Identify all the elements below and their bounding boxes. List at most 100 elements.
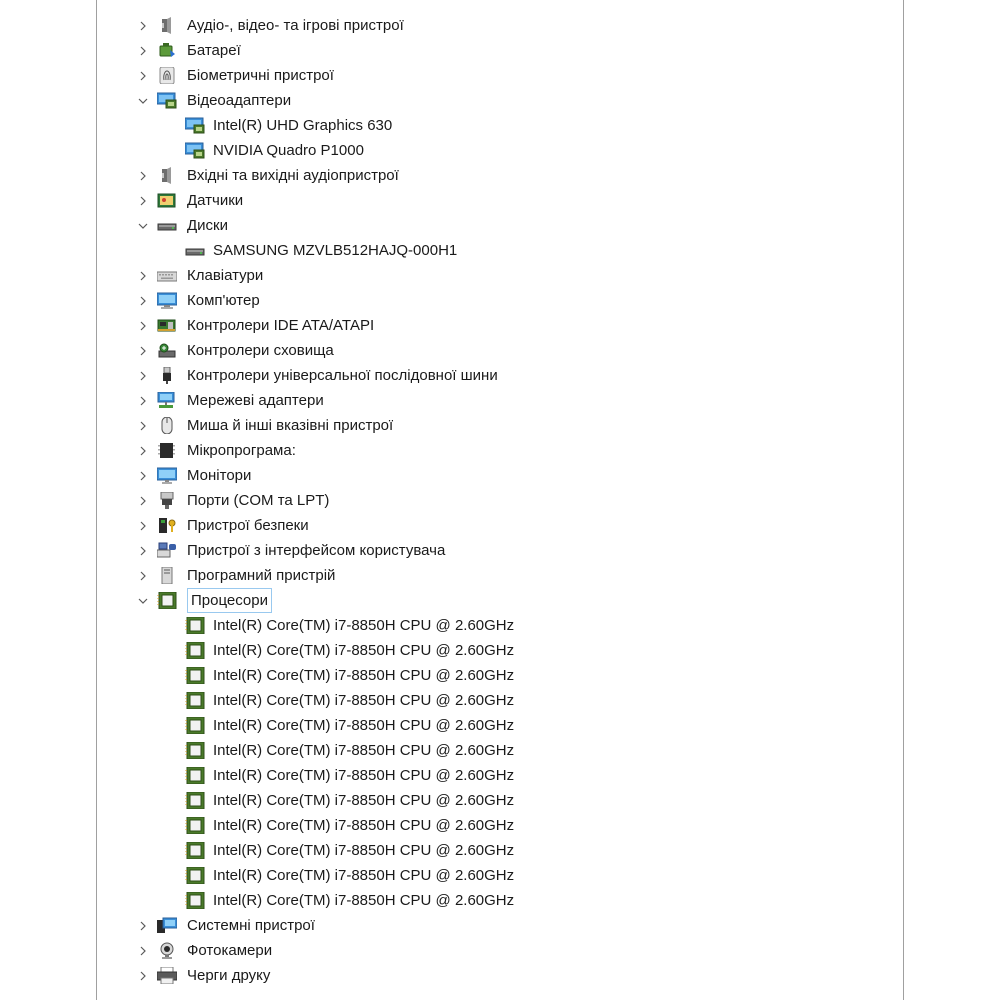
tree-item-label: Відеоадаптери	[187, 92, 292, 109]
tree-device[interactable]: NVIDIA Quadro P1000	[97, 138, 903, 163]
tree-device[interactable]: Intel(R) Core(TM) i7-8850H CPU @ 2.60GHz	[97, 888, 903, 913]
tree-item-label: Intel(R) Core(TM) i7-8850H CPU @ 2.60GHz	[213, 817, 515, 834]
chevron-right-icon[interactable]	[135, 438, 151, 463]
fingerprint-icon	[157, 66, 177, 85]
chevron-right-icon[interactable]	[135, 488, 151, 513]
chevron-right-icon[interactable]	[135, 313, 151, 338]
tree-category[interactable]: Системні пристрої	[97, 913, 903, 938]
chevron-right-icon[interactable]	[135, 363, 151, 388]
tree-category[interactable]: Фотокамери	[97, 938, 903, 963]
processor-icon	[185, 741, 205, 760]
keyboard-icon	[156, 267, 178, 284]
tree-category[interactable]: Комп'ютер	[97, 288, 903, 313]
chevron-right-icon[interactable]	[135, 413, 151, 438]
tree-category[interactable]: Контролери IDE ATA/ATAPI	[97, 313, 903, 338]
tree-item-label: Пристрої безпеки	[187, 517, 309, 534]
tree-category[interactable]: Батареї	[97, 38, 903, 63]
tree-device[interactable]: Intel(R) Core(TM) i7-8850H CPU @ 2.60GHz	[97, 613, 903, 638]
tree-item-label: Фотокамери	[187, 942, 273, 959]
processor-icon	[185, 716, 205, 735]
tree-device[interactable]: Intel(R) Core(TM) i7-8850H CPU @ 2.60GHz	[97, 788, 903, 813]
tree-category[interactable]: Миша й інші вказівні пристрої	[97, 413, 903, 438]
tree-device[interactable]: Intel(R) Core(TM) i7-8850H CPU @ 2.60GHz	[97, 663, 903, 688]
tree-item-label: Аудіо-, відео- та ігрові пристрої	[187, 17, 404, 34]
chevron-down-icon[interactable]	[135, 588, 151, 613]
chevron-right-icon[interactable]	[135, 563, 151, 588]
tree-category[interactable]: Контролери універсальної послідовної шин…	[97, 363, 903, 388]
disk-drive-icon	[157, 217, 177, 234]
tree-device[interactable]: Intel(R) Core(TM) i7-8850H CPU @ 2.60GHz	[97, 838, 903, 863]
tree-category[interactable]: Процесори	[97, 588, 903, 613]
tree-device[interactable]: Intel(R) UHD Graphics 630	[97, 113, 903, 138]
sensor-icon	[157, 192, 177, 209]
tree-item-label: Мікропрограма:	[187, 442, 296, 459]
chevron-right-icon[interactable]	[135, 938, 151, 963]
processor-icon	[185, 891, 205, 910]
chevron-down-icon[interactable]	[135, 213, 151, 238]
chevron-right-icon[interactable]	[135, 388, 151, 413]
device-tree[interactable]: Аудіо-, відео- та ігрові пристрої Батареї…	[97, 13, 903, 988]
chevron-right-icon[interactable]	[135, 963, 151, 988]
chevron-right-icon[interactable]	[135, 338, 151, 363]
chevron-down-icon[interactable]	[135, 88, 151, 113]
tree-device[interactable]: Intel(R) Core(TM) i7-8850H CPU @ 2.60GHz	[97, 738, 903, 763]
tree-device[interactable]: Intel(R) Core(TM) i7-8850H CPU @ 2.60GHz	[97, 688, 903, 713]
tree-category[interactable]: Клавіатури	[97, 263, 903, 288]
chevron-right-icon[interactable]	[135, 188, 151, 213]
chevron-right-icon[interactable]	[135, 538, 151, 563]
disk-drive-icon	[185, 242, 205, 259]
tree-item-label: Intel(R) Core(TM) i7-8850H CPU @ 2.60GHz	[213, 667, 515, 684]
processor-icon	[185, 841, 205, 860]
chevron-right-icon[interactable]	[135, 913, 151, 938]
tree-category[interactable]: Програмний пристрій	[97, 563, 903, 588]
tree-category[interactable]: Контролери сховища	[97, 338, 903, 363]
security-device-icon	[157, 517, 177, 534]
tree-category[interactable]: Монітори	[97, 463, 903, 488]
tree-category[interactable]: Пристрої з інтерфейсом користувача	[97, 538, 903, 563]
tree-item-label: Батареї	[187, 42, 241, 59]
tree-category[interactable]: Пристрої безпеки	[97, 513, 903, 538]
chevron-right-icon[interactable]	[135, 288, 151, 313]
tree-item-label: Миша й інші вказівні пристрої	[187, 417, 394, 434]
chevron-right-icon[interactable]	[135, 513, 151, 538]
display-adapter-icon	[184, 117, 205, 134]
chevron-right-icon[interactable]	[135, 263, 151, 288]
tree-item-label: Контролери сховища	[187, 342, 334, 359]
tree-item-label: NVIDIA Quadro P1000	[213, 142, 364, 159]
tree-device[interactable]: SAMSUNG MZVLB512HAJQ-000H1	[97, 238, 903, 263]
chevron-right-icon[interactable]	[135, 13, 151, 38]
tree-device[interactable]: Intel(R) Core(TM) i7-8850H CPU @ 2.60GHz	[97, 713, 903, 738]
tree-category[interactable]: Черги друку	[97, 963, 903, 988]
tree-category[interactable]: Датчики	[97, 188, 903, 213]
tree-device[interactable]: Intel(R) Core(TM) i7-8850H CPU @ 2.60GHz	[97, 638, 903, 663]
tree-category[interactable]: Порти (COM та LPT)	[97, 488, 903, 513]
tree-item-label: Клавіатури	[187, 267, 264, 284]
tree-device[interactable]: Intel(R) Core(TM) i7-8850H CPU @ 2.60GHz	[97, 863, 903, 888]
tree-category[interactable]: Біометричні пристрої	[97, 63, 903, 88]
tree-category[interactable]: Мікропрограма:	[97, 438, 903, 463]
tree-device[interactable]: Intel(R) Core(TM) i7-8850H CPU @ 2.60GHz	[97, 763, 903, 788]
system-device-icon	[157, 917, 178, 934]
tree-category[interactable]: Диски	[97, 213, 903, 238]
tree-category[interactable]: Вхідні та вихідні аудіопристрої	[97, 163, 903, 188]
tree-item-label: Процесори	[187, 588, 272, 613]
tree-category[interactable]: Відеоадаптери	[97, 88, 903, 113]
tree-item-label: Вхідні та вихідні аудіопристрої	[187, 167, 399, 184]
mouse-icon	[157, 416, 177, 435]
chevron-right-icon[interactable]	[135, 38, 151, 63]
tree-category[interactable]: Аудіо-, відео- та ігрові пристрої	[97, 13, 903, 38]
processor-icon	[185, 791, 205, 810]
chevron-right-icon[interactable]	[135, 163, 151, 188]
tree-item-label: Порти (COM та LPT)	[187, 492, 330, 509]
chevron-right-icon[interactable]	[135, 63, 151, 88]
computer-icon	[156, 292, 178, 309]
tree-category[interactable]: Мережеві адаптери	[97, 388, 903, 413]
chevron-right-icon[interactable]	[135, 463, 151, 488]
tree-item-label: Комп'ютер	[187, 292, 260, 309]
processor-icon	[185, 666, 205, 685]
ide-controller-icon	[157, 317, 177, 334]
tree-item-label: Intel(R) Core(TM) i7-8850H CPU @ 2.60GHz	[213, 867, 515, 884]
tree-device[interactable]: Intel(R) Core(TM) i7-8850H CPU @ 2.60GHz	[97, 813, 903, 838]
processor-icon	[185, 866, 205, 885]
speaker-icon	[157, 17, 177, 34]
